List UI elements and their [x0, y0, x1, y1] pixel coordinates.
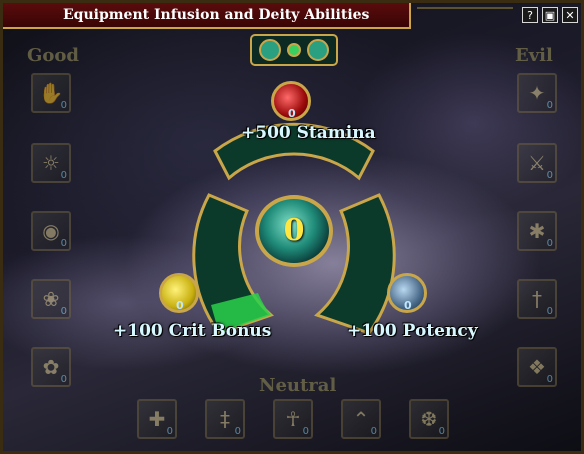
evil-slot-3[interactable]: ✱ 0	[517, 211, 557, 251]
neutral-slot-4[interactable]: ⌃ 0	[341, 399, 381, 439]
stamina-count: 0	[288, 107, 296, 120]
good-slot-3[interactable]: ◉ 0	[31, 211, 71, 251]
crit-bonus-label: +100 Crit Bonus	[113, 321, 272, 341]
good-slot-4[interactable]: ❀ 0	[31, 279, 71, 319]
neutral-slot-1[interactable]: ✚ 0	[137, 399, 177, 439]
potency-label: +100 Potency	[347, 321, 478, 341]
center-points-orb[interactable]: 0	[255, 195, 333, 267]
equipment-infusion-window: Equipment Infusion and Deity Abilities ?…	[0, 0, 584, 454]
header-center-gem-icon	[287, 43, 301, 57]
potency-ability-button[interactable]: 0	[387, 273, 427, 313]
evil-slot-4[interactable]: † 0	[517, 279, 557, 319]
crit-bonus-ability-button[interactable]: 0	[159, 273, 199, 313]
header-left-gem-icon	[259, 39, 281, 61]
neutral-slot-5[interactable]: ❆ 0	[409, 399, 449, 439]
potency-count: 0	[404, 299, 412, 312]
center-points-value: 0	[283, 213, 305, 248]
good-slot-1[interactable]: ✋ 0	[31, 73, 71, 113]
neutral-slot-3[interactable]: ☥ 0	[273, 399, 313, 439]
evil-slot-5[interactable]: ❖ 0	[517, 347, 557, 387]
evil-slot-1[interactable]: ✦ 0	[517, 73, 557, 113]
evil-slot-2[interactable]: ⚔ 0	[517, 143, 557, 183]
good-slot-2[interactable]: ☼ 0	[31, 143, 71, 183]
stamina-label: +500 Stamina	[241, 123, 376, 143]
neutral-slot-2[interactable]: ‡ 0	[205, 399, 245, 439]
good-slot-5[interactable]: ✿ 0	[31, 347, 71, 387]
crit-bonus-count: 0	[176, 299, 184, 312]
stamina-ability-button[interactable]: 0	[271, 81, 311, 121]
header-right-gem-icon	[307, 39, 329, 61]
